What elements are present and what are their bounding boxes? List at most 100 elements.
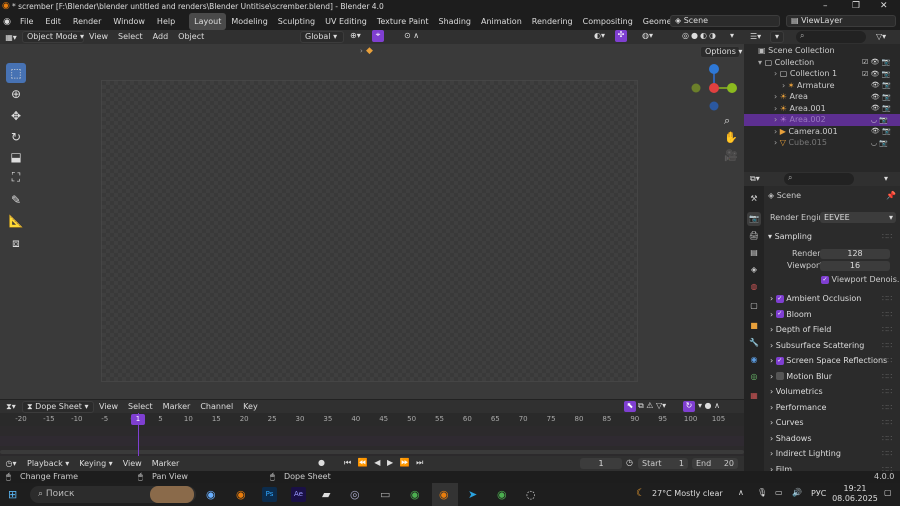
panel-motion-blur[interactable]: › Motion Blur ∷∷: [764, 370, 900, 384]
panel-bloom[interactable]: › ✓ Bloom ∷∷: [764, 308, 900, 322]
blender-active-app-icon[interactable]: ◉: [439, 488, 449, 501]
playback-controls[interactable]: ⏮ ⏪ ◀ ▶ ⏩ ⏭: [344, 458, 425, 468]
menu-playback[interactable]: Playback ▾: [22, 456, 74, 471]
blender-menu-icon[interactable]: ◉: [0, 17, 14, 27]
notifications-icon[interactable]: ▢: [884, 488, 892, 497]
outliner-search-input[interactable]: ⌕: [796, 31, 866, 43]
tab-rendering[interactable]: Rendering: [527, 13, 578, 30]
close-icon[interactable]: ✕: [880, 1, 888, 11]
pivot-icon[interactable]: ⊕▾: [350, 31, 361, 40]
menu-key[interactable]: Key: [238, 400, 263, 414]
transform-orientation[interactable]: Global ▾: [300, 31, 344, 43]
panel-film[interactable]: › Film ∷∷: [764, 463, 900, 472]
collapse-arrow-icon[interactable]: ›: [360, 47, 363, 55]
sampling-panel-header[interactable]: ▾ Sampling ∷∷: [764, 230, 900, 244]
editor-type-icon[interactable]: ◷▾: [0, 459, 22, 468]
dope-sheet-area[interactable]: [0, 426, 744, 456]
dope-sheet-mode-selector[interactable]: ⧗ Dope Sheet ▾: [22, 400, 94, 413]
checkbox-checked-icon[interactable]: ✓: [775, 310, 784, 318]
physics-tab-icon[interactable]: ◉: [747, 353, 761, 367]
measure-tool-icon[interactable]: 📐: [6, 211, 26, 231]
tab-compositing[interactable]: Compositing: [578, 13, 638, 30]
filter-icons[interactable]: ⧉ ⚠ ▽▾: [638, 401, 666, 411]
outliner[interactable]: ▣ Scene Collection ▾ ▢ Collection › ▢ Co…: [744, 44, 900, 172]
outliner-row-scene-collection[interactable]: ▣ Scene Collection: [744, 45, 900, 57]
menu-object[interactable]: Object: [173, 30, 209, 44]
display-mode-icon[interactable]: ▾: [770, 31, 784, 43]
texture-tab-icon[interactable]: ▦: [747, 389, 761, 403]
steam-app-icon[interactable]: ◎: [350, 488, 360, 501]
language-indicator[interactable]: РУС: [811, 489, 826, 498]
visibility-columns[interactable]: ☑ 👁 📷 ☑ 👁 📷 👁 📷 👁 📷 👁 📷 ◡ 📷 👁 📷 ◡ 📷: [862, 57, 891, 149]
cortana-icon[interactable]: ◉: [206, 488, 216, 501]
auto-snap-icon[interactable]: ↻: [683, 401, 695, 412]
pin-icon[interactable]: 📌: [886, 189, 896, 203]
auto-key-icon[interactable]: ●: [318, 458, 325, 467]
explorer-app-icon[interactable]: ▰: [322, 488, 330, 501]
menu-view[interactable]: View: [118, 456, 147, 471]
camera-view-icon[interactable]: 🎥: [724, 149, 738, 162]
view-layer-tab-icon[interactable]: ▤: [747, 246, 761, 260]
tab-shading[interactable]: Shading: [433, 13, 476, 30]
checkbox-unchecked-icon[interactable]: [775, 372, 784, 380]
modifier-tab-icon[interactable]: 🔧: [747, 336, 761, 350]
panel-depth-of-field[interactable]: › Depth of Field ∷∷: [764, 323, 900, 337]
annotate-tool-icon[interactable]: ✎: [6, 190, 26, 210]
window-app-icon[interactable]: ▭: [380, 488, 390, 501]
other-app-icon[interactable]: ◌: [526, 488, 536, 501]
editor-type-icon[interactable]: ▦▾: [0, 33, 22, 42]
network-icon[interactable]: ▭: [775, 488, 783, 497]
proportional-icons[interactable]: ▾ ● ∧: [698, 401, 720, 410]
transform-tool-icon[interactable]: ⛶: [6, 167, 26, 187]
shading-modes-icon[interactable]: ◎●◐◑: [682, 31, 718, 40]
panel-indirect-lighting[interactable]: › Indirect Lighting ∷∷: [764, 447, 900, 461]
windows-start-icon[interactable]: ⊞: [8, 488, 17, 501]
menu-add[interactable]: Add: [148, 30, 174, 44]
proportional-edit-icon[interactable]: ⊙ ∧: [404, 31, 419, 40]
constraints-tab-icon[interactable]: ◎: [747, 370, 761, 384]
editor-type-icon[interactable]: ⧉▾: [750, 174, 760, 184]
horizontal-scrollbar[interactable]: [0, 450, 744, 454]
panel-volumetrics[interactable]: › Volumetrics ∷∷: [764, 385, 900, 399]
filter-icon[interactable]: ▽▾: [876, 32, 886, 41]
scene-tab-icon[interactable]: ◈: [747, 263, 761, 277]
weather-text[interactable]: 27°C Mostly clear: [652, 489, 723, 498]
only-selected-icon[interactable]: ⬉: [624, 401, 636, 412]
tab-animation[interactable]: Animation: [476, 13, 527, 30]
visibility-icon[interactable]: ◐▾: [594, 31, 605, 40]
navigation-gizmo[interactable]: [688, 62, 742, 116]
object-tab-icon[interactable]: ■: [747, 319, 761, 333]
pan-hand-icon[interactable]: ✋: [724, 131, 738, 144]
3d-viewport[interactable]: Options ▾ › ◆ ⬚ ⊕ ✥ ↻ ⬓ ⛶ ✎ 📐 ⧈ ⌕ ✋ 🎥: [0, 44, 744, 399]
viewport-denoise-checkbox[interactable]: ✓ Viewport Denois...: [764, 273, 900, 287]
add-cube-tool-icon[interactable]: ⧈: [6, 233, 26, 253]
mode-selector[interactable]: Object Mode ▾: [22, 31, 84, 43]
menu-window[interactable]: Window: [107, 13, 151, 30]
render-tab-icon[interactable]: 📷: [747, 212, 761, 226]
cursor-tool-icon[interactable]: ⊕: [6, 84, 26, 104]
menu-view[interactable]: View: [94, 400, 123, 414]
checkbox-checked-icon[interactable]: ✓: [775, 356, 784, 365]
snap-icon[interactable]: ⌖: [372, 30, 384, 42]
maximize-icon[interactable]: ❐: [852, 1, 860, 11]
editor-type-icon[interactable]: ⧗▾: [0, 402, 22, 412]
options-button[interactable]: Options ▾: [700, 46, 742, 58]
select-box-tool-icon[interactable]: ⬚: [6, 63, 26, 83]
menu-marker[interactable]: Marker: [147, 456, 185, 471]
tab-texture-paint[interactable]: Texture Paint: [372, 13, 434, 30]
scene-selector[interactable]: ◈ Scene: [670, 15, 780, 27]
playhead-frame-label[interactable]: 1: [131, 414, 145, 425]
tool-tab-icon[interactable]: ⚒: [747, 192, 761, 206]
menu-channel[interactable]: Channel: [195, 400, 238, 414]
shading-options-icon[interactable]: ▾: [730, 31, 734, 40]
collection-tab-icon[interactable]: ▢: [747, 299, 761, 313]
rotate-tool-icon[interactable]: ↻: [6, 127, 26, 147]
panel-performance[interactable]: › Performance ∷∷: [764, 401, 900, 415]
tab-sculpting[interactable]: Sculpting: [273, 13, 320, 30]
blender-app-icon[interactable]: ◉: [236, 488, 246, 501]
properties-search-input[interactable]: ⌕: [784, 173, 854, 185]
panel-screen-space-reflections[interactable]: › ✓ Screen Space Reflections ∷∷: [764, 354, 900, 368]
render-engine-select[interactable]: EEVEE ▾: [820, 212, 896, 223]
preview-range-icon[interactable]: ◷: [626, 458, 633, 467]
telegram-app-icon[interactable]: ➤: [468, 488, 477, 501]
